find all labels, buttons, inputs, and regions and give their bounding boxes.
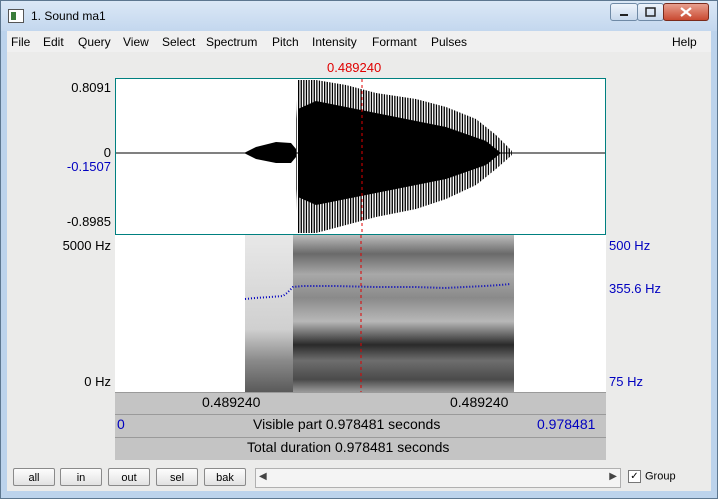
praat-sound-window: 1. Sound ma1 File Edit Query View Select… [0, 0, 718, 499]
waveform-envelope-small [244, 142, 296, 163]
pitch-top-label: 500 Hz [609, 238, 651, 253]
maximize-icon [645, 7, 656, 17]
visible-start: 0 [117, 416, 125, 432]
visible-part-label: Visible part 0.978481 seconds [253, 416, 441, 432]
checkmark-icon: ✓ [628, 470, 641, 483]
menu-select[interactable]: Select [162, 35, 195, 49]
scroll-right-icon[interactable]: ▶ [609, 471, 617, 482]
title-bar[interactable]: 1. Sound ma1 [1, 1, 717, 31]
pitch-value-label: 355.6 Hz [609, 281, 662, 296]
pitch-bottom-label: 75 Hz [609, 374, 643, 389]
menu-intensity[interactable]: Intensity [312, 35, 357, 49]
menu-query[interactable]: Query [78, 35, 111, 49]
group-checkbox[interactable]: ✓ Group [628, 470, 676, 483]
close-button[interactable] [663, 3, 709, 21]
waveform-plot [116, 79, 605, 234]
menu-pulses[interactable]: Pulses [431, 35, 467, 49]
zoom-sel-button[interactable]: sel [156, 468, 198, 486]
cursor-time-bar[interactable]: 0.489240 0.489240 [115, 392, 606, 414]
total-duration-label: Total duration 0.978481 seconds [247, 439, 450, 455]
spectrogram-onset-region [245, 235, 293, 392]
spectrogram-pane[interactable] [115, 235, 606, 392]
time-bar-right: 0.489240 [450, 394, 509, 410]
visible-part-bar[interactable]: 0 Visible part 0.978481 seconds 0.978481 [115, 414, 606, 437]
waveform-ymin-label: -0.8985 [66, 214, 111, 229]
waveform-cursor-value-label: -0.1507 [66, 159, 111, 174]
menu-spectrum[interactable]: Spectrum [206, 35, 257, 49]
menu-view[interactable]: View [123, 35, 149, 49]
maximize-button[interactable] [637, 3, 664, 21]
menu-bar: File Edit Query View Select Spectrum Pit… [7, 31, 711, 52]
menu-edit[interactable]: Edit [43, 35, 64, 49]
minimize-icon [620, 14, 628, 16]
spectrogram-freq-bottom-label: 0 Hz [84, 374, 111, 389]
spectrogram-vowel-region [293, 235, 514, 392]
horizontal-scrollbar[interactable]: ◀ ▶ [255, 468, 621, 488]
scroll-left-icon[interactable]: ◀ [259, 471, 267, 482]
spectrogram-freq-top-label: 5000 Hz [62, 238, 111, 253]
menu-help[interactable]: Help [672, 35, 697, 49]
app-icon [8, 9, 24, 23]
time-bar-left: 0.489240 [202, 394, 261, 410]
minimize-button[interactable] [610, 3, 638, 21]
editor-area: 0.489240 0.8091 0 -0.1507 -0.8985 5000 H… [7, 52, 711, 491]
zoom-all-button[interactable]: all [13, 468, 55, 486]
window-title: 1. Sound ma1 [31, 9, 106, 23]
zoom-in-button[interactable]: in [60, 468, 102, 486]
group-label: Group [645, 470, 676, 483]
menu-formant[interactable]: Formant [372, 35, 417, 49]
waveform-zero-label: 0 [103, 145, 111, 160]
visible-end: 0.978481 [537, 416, 596, 432]
menu-file[interactable]: File [11, 35, 30, 49]
spectrogram-plot [244, 235, 514, 392]
total-duration-bar[interactable]: Total duration 0.978481 seconds [115, 437, 606, 460]
waveform-ymax-label: 0.8091 [71, 80, 111, 95]
close-icon [680, 7, 692, 17]
bottom-toolbar: all in out sel bak ◀ ▶ ✓ Group [7, 466, 711, 491]
cursor-time-label: 0.489240 [327, 60, 382, 75]
zoom-back-button[interactable]: bak [204, 468, 246, 486]
menu-pitch[interactable]: Pitch [272, 35, 299, 49]
waveform-pane[interactable] [115, 78, 606, 235]
zoom-out-button[interactable]: out [108, 468, 150, 486]
